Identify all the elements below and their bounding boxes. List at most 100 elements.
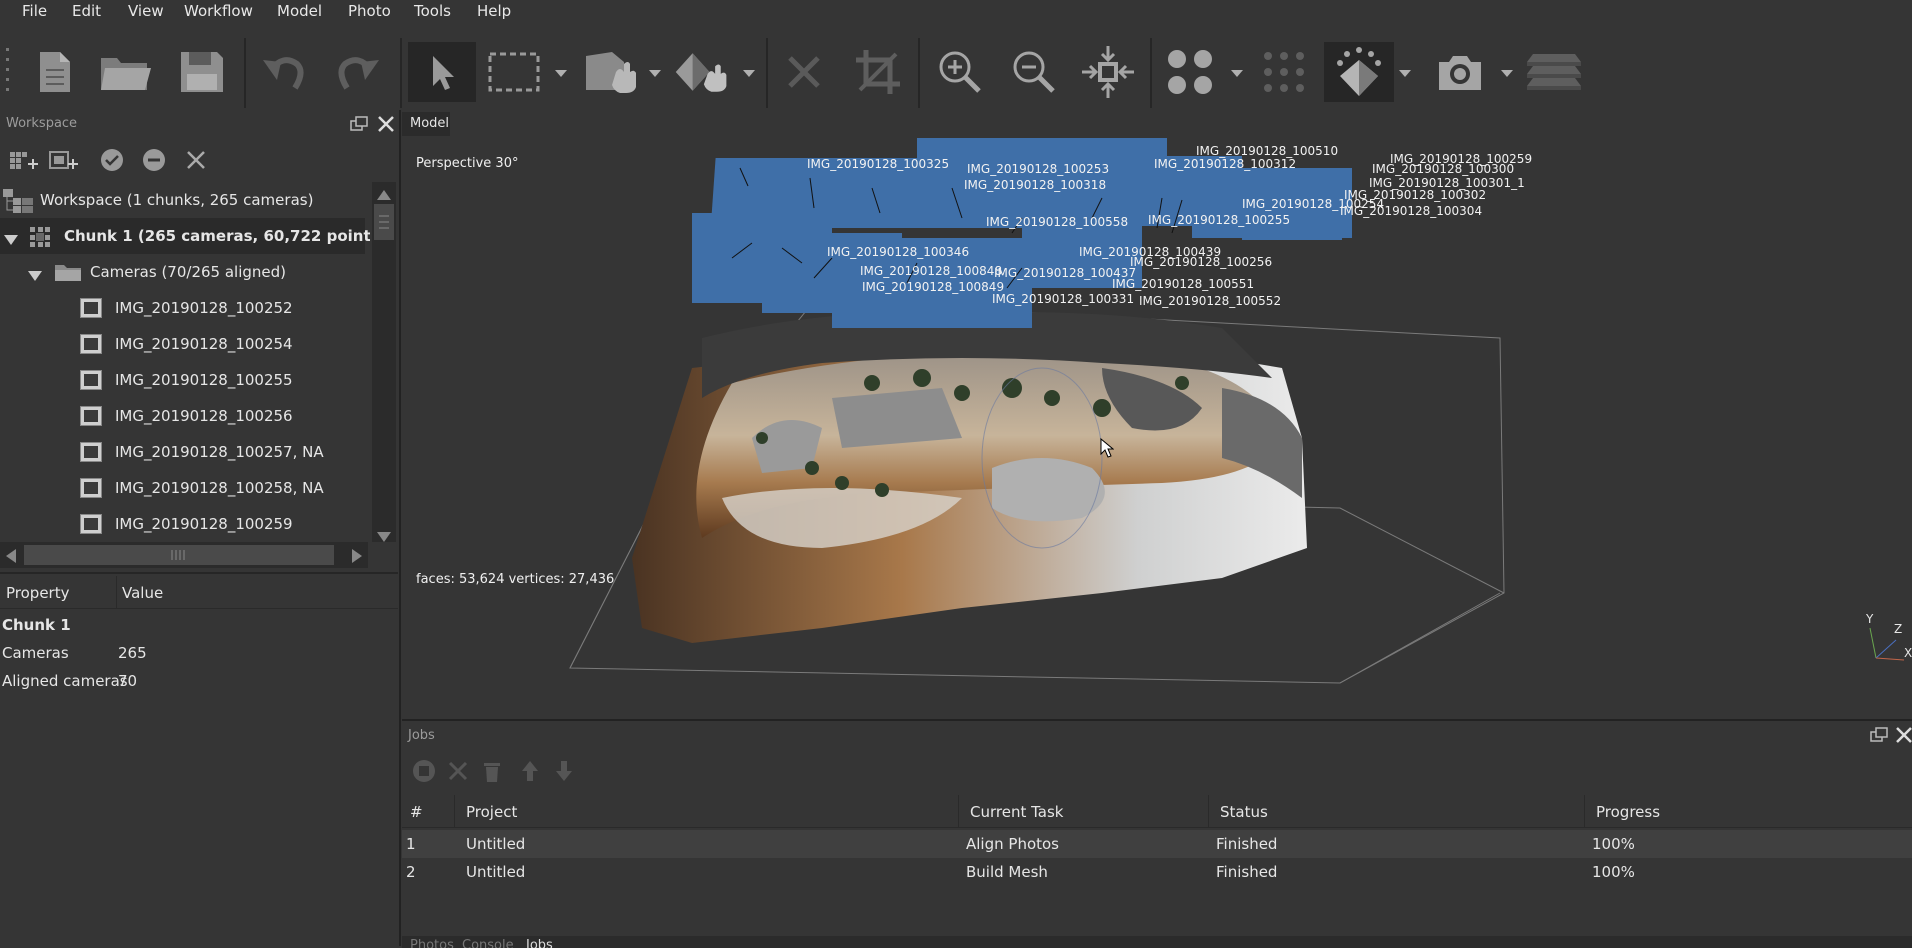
horizontal-scrollbar[interactable] (0, 542, 368, 568)
column-project[interactable]: Project (466, 803, 517, 821)
job-number: 1 (406, 835, 416, 853)
camera-label: IMG_20190128_100325 (807, 157, 950, 171)
menu-help[interactable]: Help (477, 2, 511, 20)
camera-item[interactable]: IMG_20190128_100254 (0, 326, 365, 362)
chevron-down-icon[interactable] (742, 66, 756, 80)
redo-icon[interactable] (328, 42, 388, 102)
float-panel-icon[interactable] (1870, 727, 1888, 743)
header-value[interactable]: Value (122, 584, 163, 602)
zoom-in-icon[interactable] (930, 42, 990, 102)
add-photos-icon[interactable] (48, 148, 78, 172)
tab-model[interactable]: Model (402, 112, 450, 136)
save-icon[interactable] (172, 42, 232, 102)
trash-icon[interactable] (480, 759, 504, 787)
chevron-down-icon[interactable] (1500, 66, 1514, 80)
tab-jobs[interactable]: Jobs (526, 938, 553, 948)
camera-item[interactable]: IMG_20190128_100257, NA (0, 434, 365, 470)
select-arrow-icon[interactable] (408, 42, 476, 102)
scroll-right-icon[interactable] (352, 549, 362, 567)
vertical-scrollbar[interactable] (372, 182, 396, 542)
chevron-down-icon[interactable] (554, 66, 568, 80)
camera-item[interactable]: IMG_20190128_100259 (0, 506, 365, 542)
camera-icon (80, 334, 102, 354)
dense-cloud-icon[interactable] (1254, 42, 1314, 102)
remove-icon[interactable] (184, 148, 208, 172)
resize-region-icon[interactable] (582, 42, 642, 102)
column-progress[interactable]: Progress (1596, 803, 1660, 821)
reset-view-icon[interactable] (1078, 42, 1138, 102)
property-name: Cameras (2, 644, 69, 662)
tab-photos[interactable]: Photos (410, 938, 454, 948)
float-panel-icon[interactable] (350, 116, 368, 132)
camera-item[interactable]: IMG_20190128_100258, NA (0, 470, 365, 506)
move-down-icon[interactable] (554, 759, 574, 787)
folder-icon (54, 262, 82, 286)
job-number: 2 (406, 863, 416, 881)
menu-edit[interactable]: Edit (72, 2, 101, 20)
scroll-down-icon[interactable] (377, 528, 391, 546)
scrollbar-thumb[interactable] (374, 204, 394, 240)
camera-item[interactable]: IMG_20190128_100256 (0, 398, 365, 434)
model-shading-icon[interactable] (1324, 42, 1394, 102)
chunk-icon (30, 227, 50, 251)
add-chunk-icon[interactable] (8, 148, 38, 172)
table-row[interactable]: 2 Untitled Build Mesh Finished 100% (402, 858, 1912, 886)
open-folder-icon[interactable] (96, 42, 156, 102)
menu-file[interactable]: File (22, 2, 47, 20)
tree-item-cameras[interactable]: Cameras (70/265 aligned) (0, 254, 365, 290)
delete-icon[interactable] (774, 42, 834, 102)
stop-job-icon[interactable] (412, 759, 436, 787)
scrollbar-thumb[interactable] (24, 545, 334, 565)
camera-item[interactable]: IMG_20190128_100255 (0, 362, 365, 398)
camera-label: IMG_20190128_100256 (1130, 255, 1273, 269)
capture-view-icon[interactable] (1430, 42, 1490, 102)
column-status[interactable]: Status (1220, 803, 1268, 821)
chevron-down-icon[interactable] (1230, 66, 1244, 80)
chevron-down-icon[interactable] (4, 231, 18, 249)
table-row[interactable]: 1 Untitled Align Photos Finished 100% (402, 830, 1912, 858)
workspace-dock: Workspace Workspace (1 chunks, 265 camer… (0, 110, 401, 946)
close-icon[interactable] (376, 114, 396, 134)
column-number[interactable]: # (410, 803, 423, 821)
scroll-up-icon[interactable] (377, 186, 391, 204)
camera-label: IMG_20190128_100510 (1196, 144, 1339, 158)
job-task: Align Photos (966, 835, 1059, 853)
model-viewport[interactable]: Model Perspective 30° IMG_20190128_10032… (402, 110, 1912, 719)
camera-icon (80, 298, 102, 318)
point-cloud-icon[interactable] (1160, 42, 1220, 102)
menu-photo[interactable]: Photo (348, 2, 391, 20)
tab-console[interactable]: Console (462, 938, 514, 948)
close-icon[interactable] (1894, 725, 1912, 745)
chevron-down-icon[interactable] (648, 66, 662, 80)
chevron-down-icon[interactable] (28, 267, 42, 285)
workspace-icon (2, 188, 34, 218)
camera-item[interactable]: IMG_20190128_100252 (0, 290, 365, 326)
menu-model[interactable]: Model (277, 2, 322, 20)
tree-item-workspace[interactable]: Workspace (1 chunks, 265 cameras) (0, 182, 365, 218)
disable-icon[interactable] (142, 148, 166, 172)
rotate-region-icon[interactable] (672, 42, 732, 102)
rectangle-selection-icon[interactable] (484, 42, 544, 102)
new-document-icon[interactable] (24, 42, 84, 102)
cancel-job-icon[interactable] (446, 759, 470, 787)
layers-icon[interactable] (1524, 42, 1584, 102)
tree-label-workspace: Workspace (1 chunks, 265 cameras) (40, 191, 314, 209)
tree-item-chunk[interactable]: Chunk 1 (265 cameras, 60,722 points) (0, 218, 370, 254)
axis-y-label: Y (1866, 612, 1874, 626)
menu-view[interactable]: View (128, 2, 164, 20)
enable-icon[interactable] (100, 148, 124, 172)
menu-workflow[interactable]: Workflow (184, 2, 253, 20)
undo-icon[interactable] (254, 42, 314, 102)
crop-icon[interactable] (848, 42, 908, 102)
menu-tools[interactable]: Tools (414, 2, 451, 20)
header-property[interactable]: Property (6, 584, 69, 602)
zoom-out-icon[interactable] (1004, 42, 1064, 102)
chevron-down-icon[interactable] (1398, 66, 1412, 80)
scroll-left-icon[interactable] (6, 549, 16, 567)
column-current-task[interactable]: Current Task (970, 803, 1063, 821)
move-up-icon[interactable] (520, 759, 540, 787)
mesh-model[interactable] (632, 312, 1307, 643)
jobs-panel: Jobs # Project Current Task Status Progr… (402, 719, 1912, 948)
toolbar-grip[interactable] (6, 44, 10, 104)
job-progress: 100% (1592, 863, 1635, 881)
